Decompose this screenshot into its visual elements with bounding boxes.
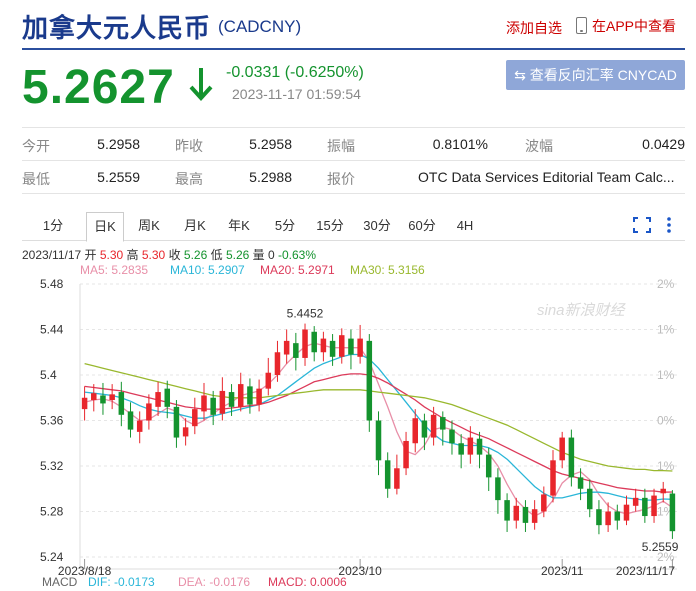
candle-body [91, 393, 97, 401]
candle-body [265, 372, 272, 389]
y-tick-label: 5.4 [40, 368, 57, 382]
candle-body [136, 420, 143, 432]
candle-body [504, 500, 510, 521]
candle-body [237, 384, 244, 407]
candle-body [109, 394, 115, 401]
candle-body [127, 411, 134, 430]
candle-body [146, 403, 152, 421]
candle-body [302, 329, 308, 358]
high-annotation: 5.4452 [287, 307, 324, 321]
candle-body [201, 395, 207, 412]
candle-body [467, 437, 474, 455]
candle-body [164, 388, 171, 407]
candle-body [623, 504, 630, 521]
candle-body [476, 438, 483, 455]
candle-body [568, 437, 575, 478]
candle-body [632, 497, 639, 506]
candle-body [513, 505, 520, 521]
candle-body [274, 352, 281, 375]
watermark: sina新浪财经 [537, 302, 627, 319]
candle-body [320, 338, 327, 353]
y-tick-label: 5.24 [40, 550, 64, 564]
candle-body [348, 338, 354, 355]
candle-body [118, 392, 125, 415]
candle-body [669, 493, 676, 532]
candle-body [311, 331, 317, 353]
candle-body [614, 511, 621, 521]
candle-body [339, 335, 345, 357]
candle-body [522, 506, 529, 523]
macd-legend-item: DEA: -0.0176 [178, 575, 251, 589]
y-tick-label: 5.48 [40, 277, 64, 291]
candle-body [458, 443, 464, 455]
low-annotation: 5.2559 [642, 540, 679, 554]
right-tick-label: 0% [657, 414, 675, 428]
candle-body [449, 429, 455, 444]
y-tick-label: 5.28 [40, 505, 64, 519]
candle-body [366, 340, 373, 421]
candle-body [596, 509, 602, 526]
candle-body [403, 440, 409, 469]
candle-body [210, 397, 216, 415]
macd-legend-item: MACD: 0.0006 [268, 575, 347, 589]
candle-body [660, 488, 666, 494]
candle-body [173, 406, 180, 438]
macd-legend-item: MACD [42, 575, 78, 589]
candle-body [256, 388, 262, 405]
candle-body [586, 488, 593, 510]
right-tick-label: 2% [657, 277, 675, 291]
candle-body [182, 427, 189, 437]
candle-body [100, 395, 106, 404]
right-tick-label: 1% [657, 323, 675, 337]
candle-body [293, 343, 299, 358]
candle-body [155, 392, 161, 407]
candle-body [485, 454, 492, 478]
candle-body [412, 418, 418, 444]
candle-body [550, 460, 556, 496]
candle-body [192, 409, 198, 427]
x-tick-label: 2023/11/17 [616, 564, 675, 578]
candle-body [283, 340, 290, 355]
candle-body [559, 437, 565, 461]
y-tick-label: 5.44 [40, 323, 64, 337]
candle-body [219, 390, 226, 414]
candle-body [531, 509, 538, 523]
x-tick-label: 2023/11 [541, 564, 584, 578]
candle-body [605, 511, 611, 526]
candle-body [394, 468, 400, 489]
right-tick-label: 1% [657, 368, 675, 382]
candle-body [228, 392, 235, 407]
candle-body [430, 414, 437, 438]
candle-body [357, 338, 363, 357]
candle-body [577, 477, 584, 489]
candle-body [421, 420, 428, 438]
candle-body [642, 497, 648, 517]
candlestick-chart: 5.485.445.45.365.325.285.242%1%1%0%1%1%2… [40, 277, 679, 578]
candle-body [329, 340, 336, 357]
y-tick-label: 5.32 [40, 459, 64, 473]
macd-legend-item: DIF: -0.0173 [88, 575, 155, 589]
candle-body [247, 386, 253, 405]
candle-body [651, 495, 657, 517]
candle-body [440, 417, 446, 430]
candle-body [81, 397, 88, 410]
candle-body [495, 477, 501, 501]
candle-body [541, 494, 547, 512]
candle-body [384, 460, 391, 489]
y-tick-label: 5.36 [40, 414, 64, 428]
candle-body [375, 420, 382, 461]
